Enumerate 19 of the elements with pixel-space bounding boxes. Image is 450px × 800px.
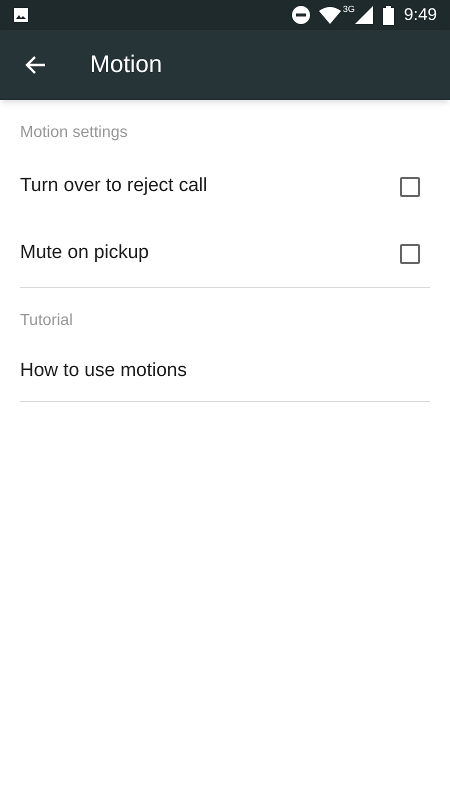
section-header: Motion settings [20,123,129,143]
image-icon [13,7,29,23]
setting-label: Turn over to reject call [20,174,208,198]
battery-icon [382,6,394,24]
wifi-icon [318,6,341,24]
setting-label: Mute on pickup [20,241,150,266]
back-arrow-icon [24,55,46,75]
section-header: Tutorial [20,311,74,331]
checkbox[interactable] [400,244,420,264]
setting-row[interactable]: Turn over to reject call [20,153,430,220]
setting-label: How to use motions [20,358,187,383]
do-not-disturb-icon [292,6,310,24]
signal-icon [354,6,373,24]
network-type: 3G [342,3,355,16]
checkbox[interactable] [400,176,420,196]
toolbar-title: Motion [90,50,162,80]
status-time: 9:49 [404,4,437,26]
setting-row[interactable]: Mute on pickup [20,220,430,287]
setting-row[interactable]: How to use motions [20,341,430,401]
